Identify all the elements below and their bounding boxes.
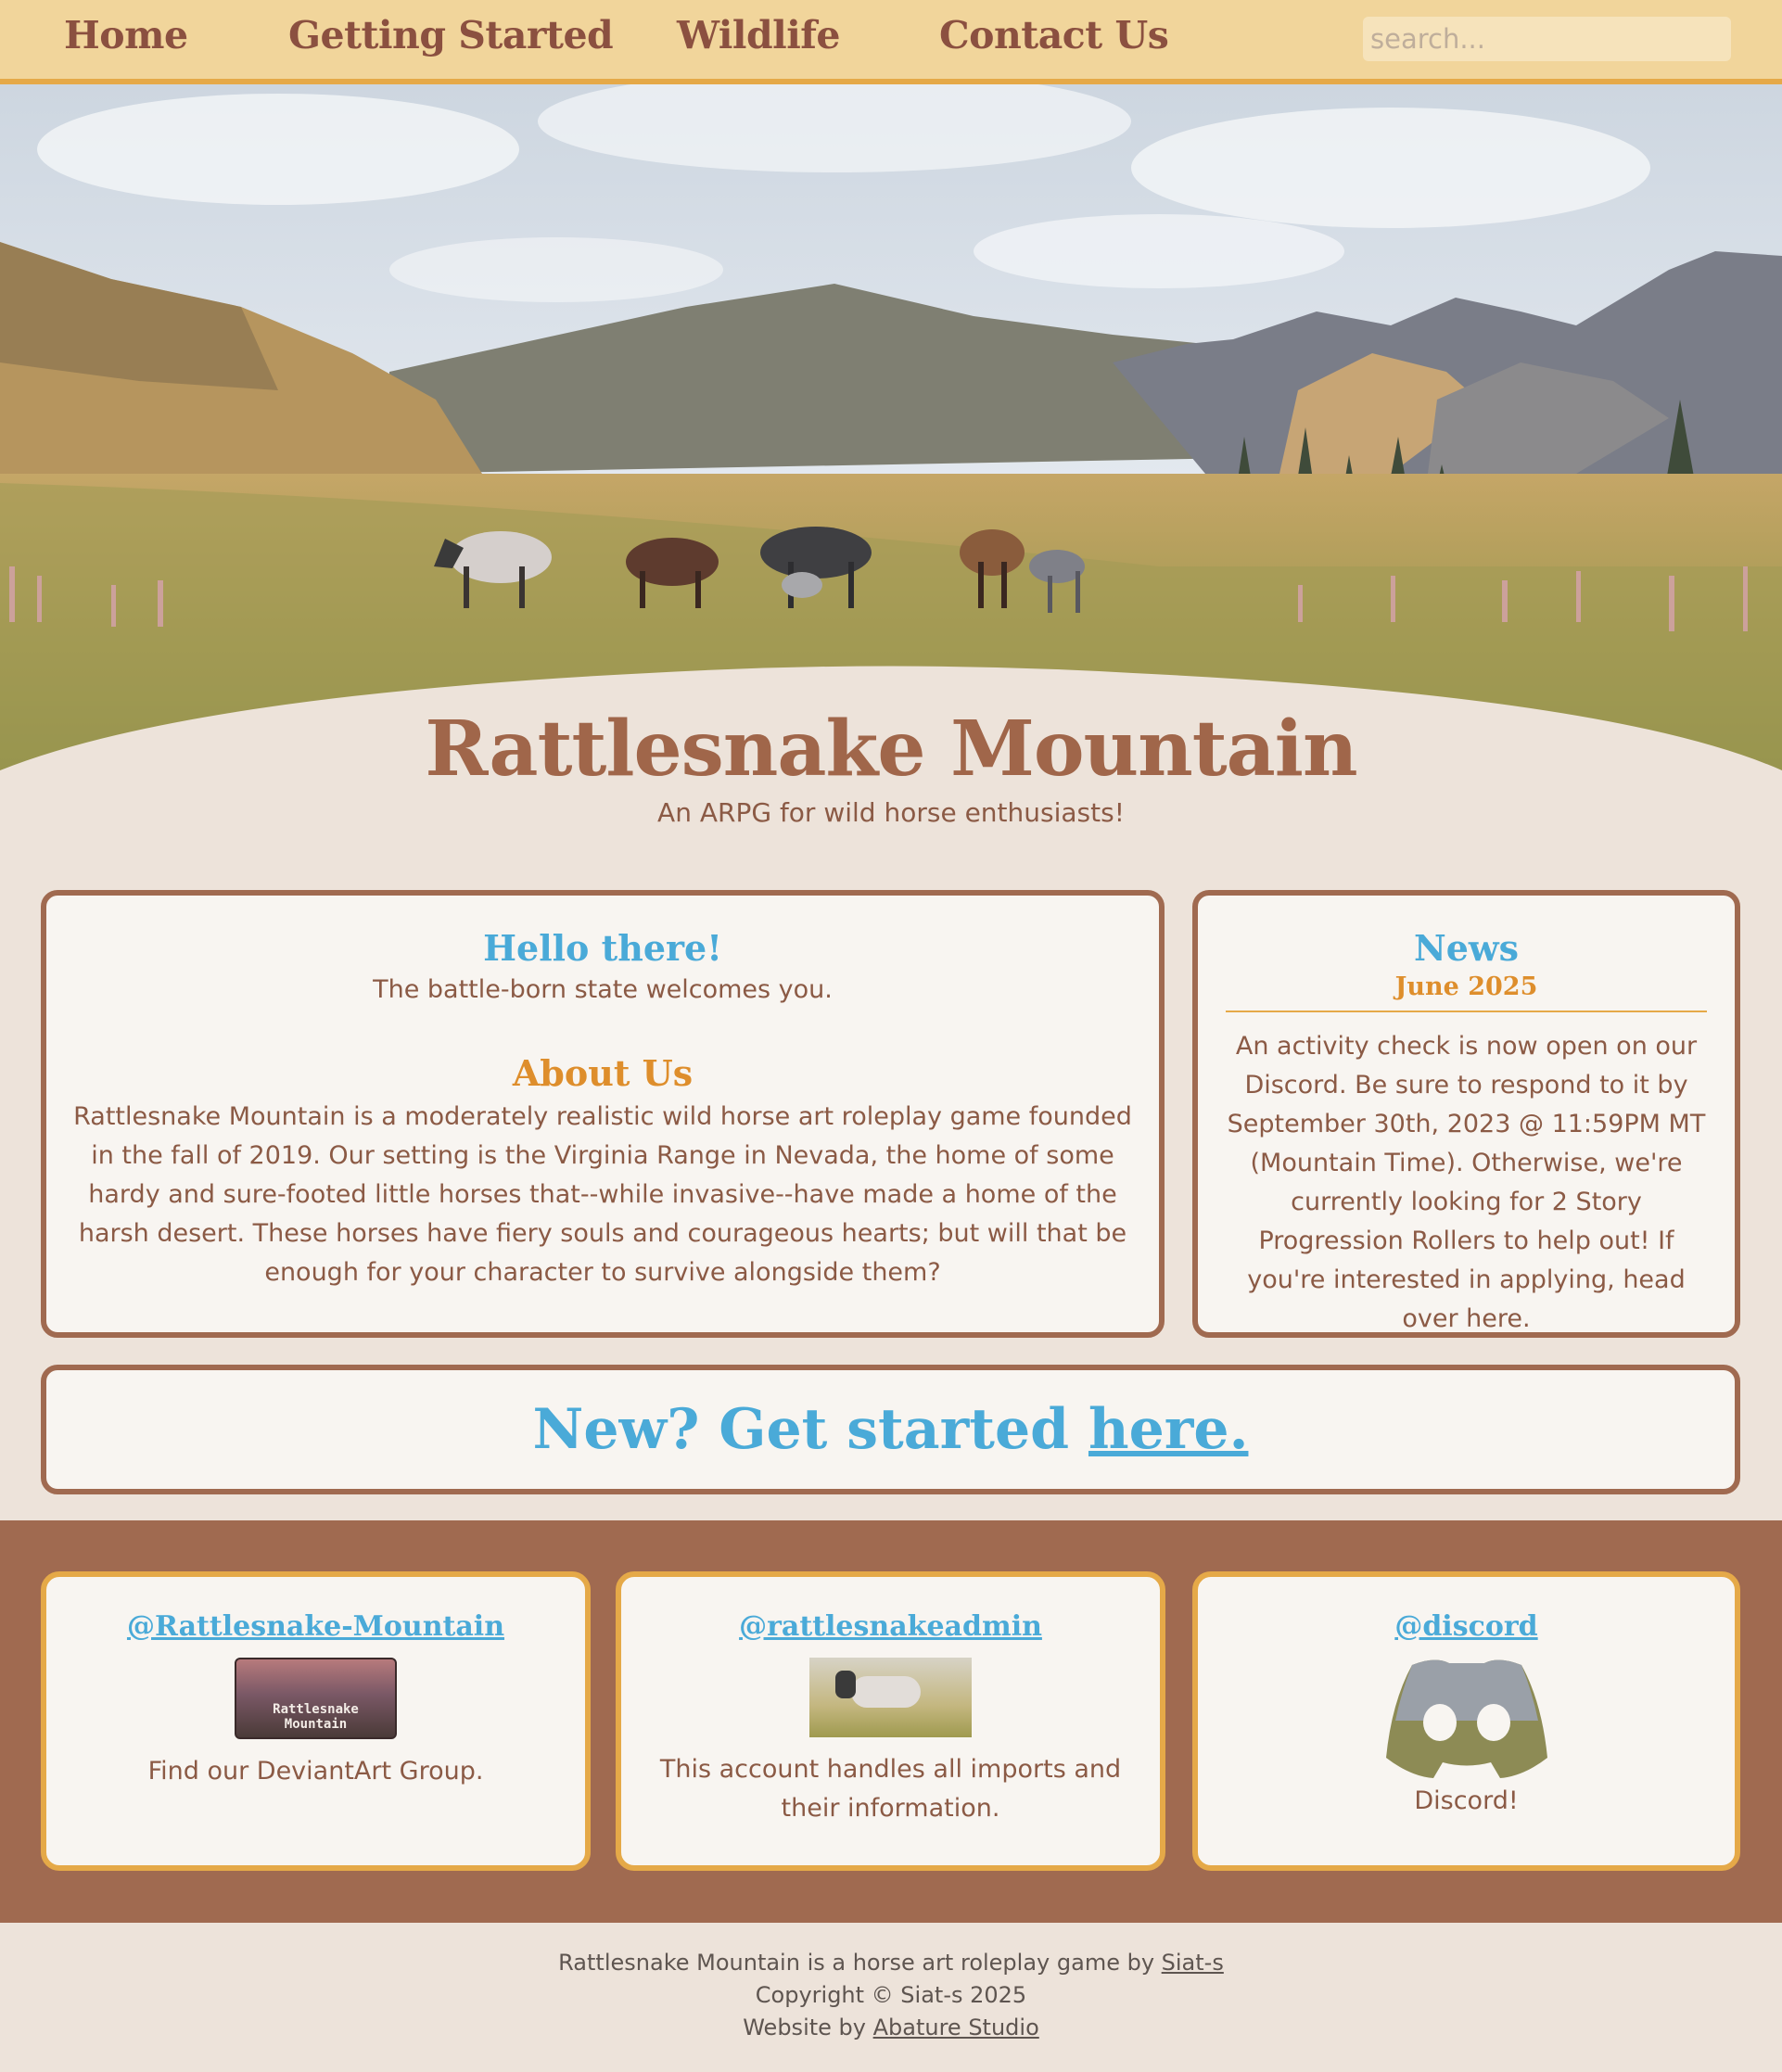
footer-website-text: Website by: [743, 2015, 873, 2040]
nav-home-link[interactable]: Home: [64, 13, 188, 57]
welcome-heading: Hello there!: [483, 927, 722, 969]
welcome-text: The battle-born state welcomes you.: [373, 975, 833, 1004]
get-started-link[interactable]: here.: [1088, 1397, 1248, 1462]
deviantart-group-link[interactable]: @Rattlesnake-Mountain: [46, 1610, 585, 1643]
site-title-block: Rattlesnake Mountain An ARPG for wild ho…: [0, 705, 1782, 828]
abature-studio-link[interactable]: Abature Studio: [873, 2015, 1039, 2040]
about-heading: About Us: [512, 1052, 694, 1094]
admin-account-link[interactable]: @rattlesnakeadmin: [621, 1610, 1160, 1643]
discord-link[interactable]: @discord: [1198, 1610, 1735, 1643]
news-date: June 2025: [1394, 972, 1538, 1001]
deviantart-group-thumbnail[interactable]: Rattlesnake Mountain: [235, 1658, 397, 1739]
nav-getting-started-link[interactable]: Getting Started: [288, 13, 614, 57]
about-text: Rattlesnake Mountain is a moderately rea…: [73, 1102, 1132, 1287]
admin-description: This account handles all imports and the…: [659, 1755, 1122, 1823]
footer-credit-text: Rattlesnake Mountain is a horse art role…: [558, 1950, 1162, 1976]
social-card-discord: @discord Discord!: [1192, 1571, 1740, 1871]
top-navbar: Home Getting Started Wildlife Contact Us: [0, 0, 1782, 84]
get-started-card: New? Get started here.: [41, 1365, 1740, 1494]
discord-logo-icon[interactable]: [1384, 1656, 1549, 1778]
news-card: News June 2025 An activity check is now …: [1192, 890, 1740, 1338]
news-heading: News: [1413, 927, 1520, 969]
footer-line-website: Website by Abature Studio: [0, 2012, 1782, 2044]
social-card-admin: @rattlesnakeadmin This account handles a…: [616, 1571, 1165, 1871]
search-input[interactable]: [1363, 17, 1731, 61]
site-footer: Rattlesnake Mountain is a horse art role…: [0, 1947, 1782, 2044]
news-divider: [1226, 1011, 1707, 1012]
nav-wildlife-link[interactable]: Wildlife: [677, 13, 841, 57]
discord-description: Discord!: [1414, 1786, 1519, 1815]
get-started-text: New? Get started: [532, 1397, 1088, 1462]
news-text: An activity check is now open on our Dis…: [1227, 1032, 1706, 1333]
admin-account-thumbnail[interactable]: [809, 1658, 972, 1737]
welcome-card: Hello there! The battle-born state welco…: [41, 890, 1165, 1338]
thumbnail-text-line-2: Mountain: [284, 1717, 348, 1732]
footer-copyright: Copyright © Siat-s 2025: [755, 1982, 1027, 2008]
site-subtitle: An ARPG for wild horse enthusiasts!: [657, 797, 1125, 828]
footer-line-credit: Rattlesnake Mountain is a horse art role…: [0, 1947, 1782, 1979]
deviantart-description: Find our DeviantArt Group.: [147, 1757, 484, 1786]
nav-contact-us-link[interactable]: Contact Us: [939, 13, 1169, 57]
social-card-deviantart: @Rattlesnake-Mountain Rattlesnake Mounta…: [41, 1571, 591, 1871]
thumbnail-text-line-1: Rattlesnake: [273, 1702, 359, 1717]
get-started-heading: New? Get started here.: [46, 1370, 1735, 1489]
siat-s-link[interactable]: Siat-s: [1162, 1950, 1224, 1976]
site-title: Rattlesnake Mountain: [425, 705, 1357, 794]
